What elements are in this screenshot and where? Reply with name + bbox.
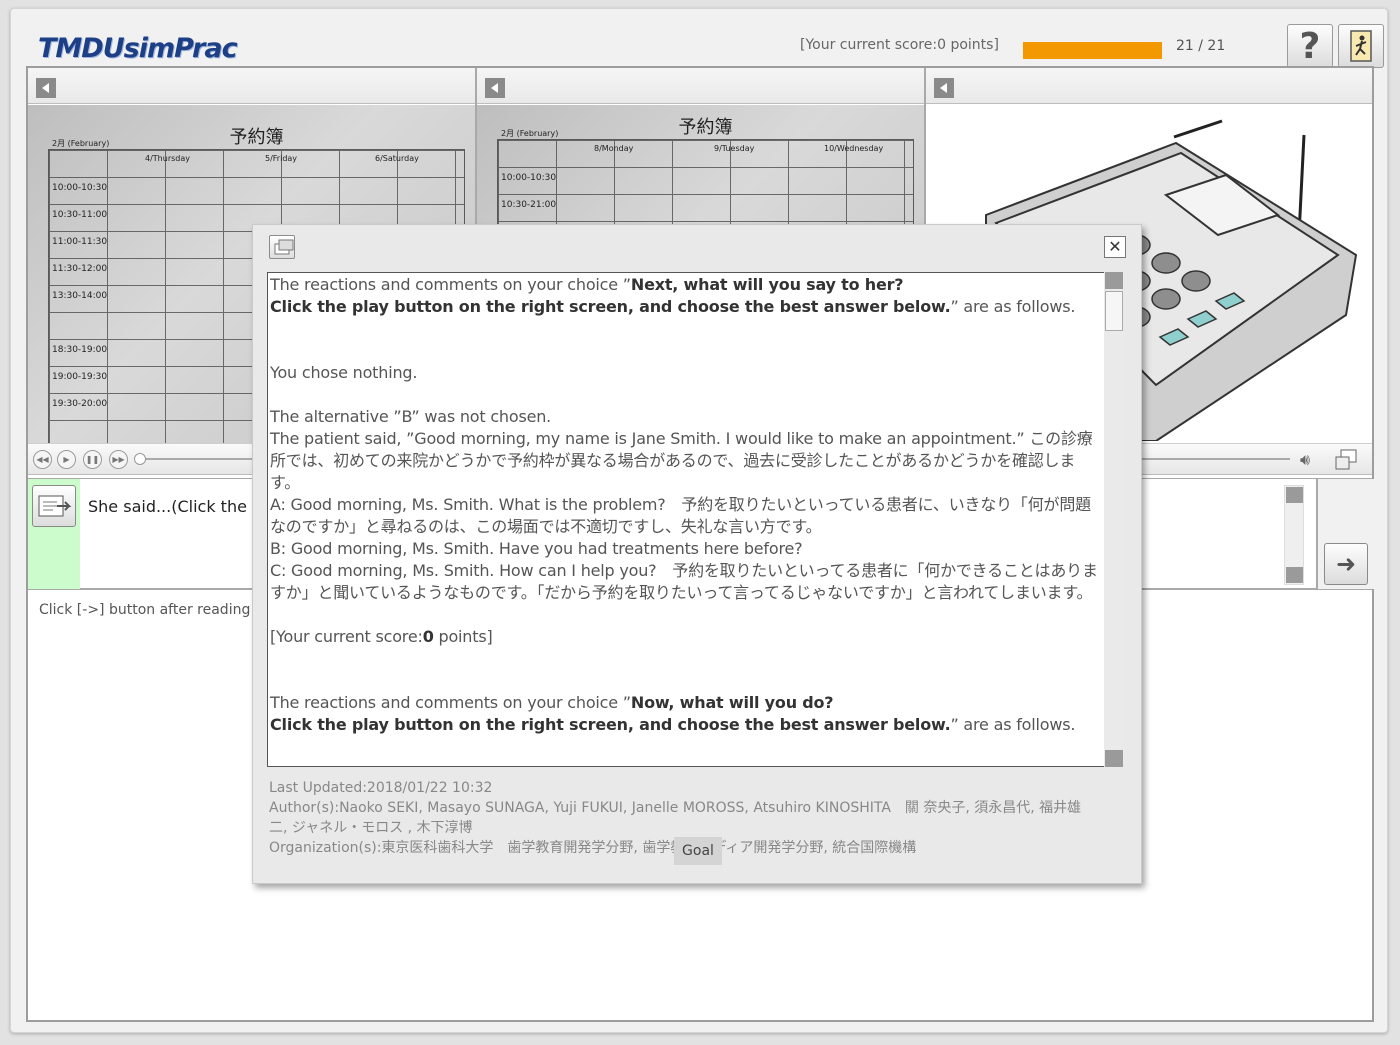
arrow-right-icon: ➜ <box>1335 550 1357 578</box>
fullscreen-icon[interactable] <box>1334 448 1358 472</box>
intro-2: The reactions and comments on your choic… <box>270 693 1076 734</box>
current-score-text: [Your current score:0 points] <box>270 627 493 646</box>
progress-bar <box>1023 42 1162 59</box>
left-collapse-button[interactable] <box>36 78 56 98</box>
intro-1: The reactions and comments on your choic… <box>270 275 1076 316</box>
forward-button[interactable]: ▶▶ <box>109 450 128 469</box>
last-updated: Last Updated:2018/01/22 10:32 <box>269 780 493 796</box>
exit-button[interactable] <box>1338 24 1384 68</box>
option-b-text: B: Good morning, Ms. Smith. Have you had… <box>270 539 803 558</box>
feedback-content[interactable]: The reactions and comments on your choic… <box>267 272 1105 767</box>
scroll-up-button[interactable] <box>1286 487 1303 503</box>
close-button[interactable]: ✕ <box>1104 236 1126 258</box>
exit-door-icon <box>1350 30 1372 62</box>
right-collapse-button[interactable] <box>934 78 954 98</box>
dialog-scroll-up[interactable] <box>1105 272 1123 289</box>
not-chosen-text: The alternative ”B” was not chosen. <box>270 407 552 426</box>
scroll-down-button[interactable] <box>1286 567 1303 583</box>
next-button[interactable]: ➜ <box>1324 543 1368 585</box>
option-a-text: A: Good morning, Ms. Smith. What is the … <box>270 495 1091 536</box>
help-button[interactable]: ? <box>1287 24 1333 68</box>
middle-panel-bar <box>477 68 924 104</box>
instruction-text: Click [->] button after reading <box>39 602 251 618</box>
volume-icon[interactable]: 🔊︎ <box>1300 450 1310 470</box>
pause-button[interactable]: ❚❚ <box>83 450 102 469</box>
right-seek-track[interactable] <box>1136 458 1290 460</box>
question-icon-button[interactable] <box>32 485 76 527</box>
note-icon <box>38 495 72 517</box>
help-icon: ? <box>1299 25 1321 67</box>
option-c-text: C: Good morning, Ms. Smith. How can I he… <box>270 561 1098 602</box>
app-logo: TMDUsimPrac <box>38 33 238 64</box>
dialog-scrollbar[interactable] <box>1104 272 1124 767</box>
question-scrollbar[interactable] <box>1284 485 1304 585</box>
patient-said-text: The patient said, ”Good morning, my name… <box>270 429 1093 492</box>
choice-text: You chose nothing. <box>270 363 418 382</box>
play-button[interactable]: ▶ <box>57 450 76 469</box>
goal-button[interactable]: Goal <box>674 837 722 865</box>
score-display: [Your current score:0 points] <box>800 37 999 53</box>
rewind-button[interactable]: ◀◀ <box>33 450 52 469</box>
feedback-dialog: ✕ The reactions and comments on your cho… <box>252 224 1142 884</box>
dialog-scroll-thumb[interactable] <box>1105 291 1123 331</box>
left-panel-bar <box>28 68 475 104</box>
dialog-scroll-down[interactable] <box>1105 750 1123 767</box>
authors: Author(s):Naoko SEKI, Masayo SUNAGA, Yuj… <box>269 800 1082 836</box>
page-counter: 21 / 21 <box>1176 38 1226 54</box>
right-panel-bar <box>926 68 1372 104</box>
question-text: She said...(Click the <box>88 497 247 516</box>
middle-collapse-button[interactable] <box>485 78 505 98</box>
seek-knob[interactable] <box>134 453 146 465</box>
dialog-window-icon[interactable] <box>269 235 295 259</box>
